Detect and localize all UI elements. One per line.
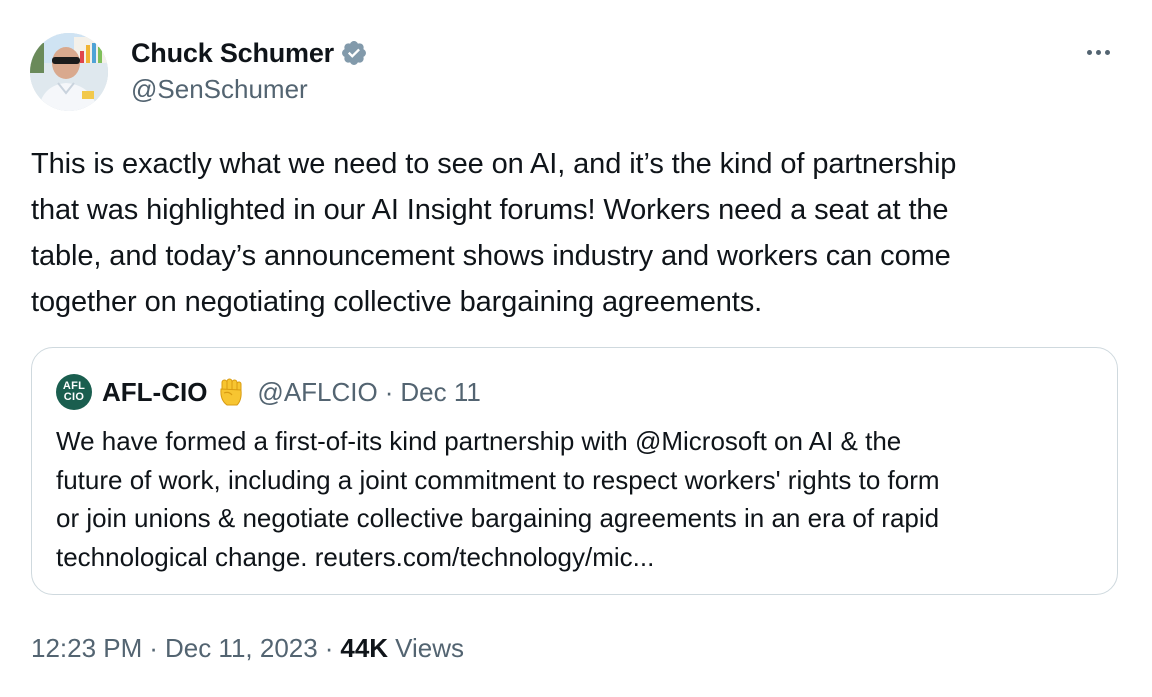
views-count[interactable]: 44K — [340, 633, 388, 664]
author-avatar[interactable] — [30, 33, 108, 111]
tweet-metadata: 12:23 PM · Dec 11, 2023 · 44K Views — [31, 630, 464, 666]
tweet-text: This is exactly what we need to see on A… — [31, 148, 957, 318]
tweet-time[interactable]: 12:23 PM — [31, 633, 142, 664]
more-horizontal-icon[interactable] — [1080, 38, 1116, 66]
quoted-author-name[interactable]: AFL-CIO — [102, 377, 207, 408]
author-handle[interactable]: @SenSchumer — [131, 74, 368, 105]
tweet: Chuck Schumer @SenSchumer This is exactl… — [0, 0, 1152, 697]
verified-badge-icon[interactable] — [340, 39, 368, 67]
meta-separator: · — [149, 632, 158, 663]
author-display-name[interactable]: Chuck Schumer — [131, 38, 334, 69]
more-dot — [1104, 49, 1110, 55]
author-name-row: Chuck Schumer — [131, 36, 368, 70]
quoted-tweet-card[interactable]: AFL CIO AFL-CIO @AFLCIO · Dec 11 We have… — [31, 347, 1118, 595]
views-label[interactable]: Views — [395, 633, 464, 664]
meta-separator: · — [324, 632, 334, 663]
quoted-separator: · — [384, 376, 394, 407]
quoted-author-avatar[interactable]: AFL CIO — [56, 374, 92, 410]
quoted-author-handle[interactable]: @AFLCIO — [257, 377, 377, 408]
quoted-tweet-header: AFL CIO AFL-CIO @AFLCIO · Dec 11 — [56, 374, 481, 410]
quoted-tweet-text: We have formed a first-of-its kind partn… — [56, 426, 940, 572]
quoted-avatar-text-bottom: CIO — [63, 391, 85, 403]
more-dot — [1095, 49, 1101, 55]
more-dot — [1086, 49, 1092, 55]
quoted-tweet-date[interactable]: Dec 11 — [400, 377, 480, 408]
tweet-date[interactable]: Dec 11, 2023 — [165, 633, 318, 664]
raised-fist-icon — [215, 376, 247, 408]
author-info: Chuck Schumer @SenSchumer — [131, 36, 368, 105]
